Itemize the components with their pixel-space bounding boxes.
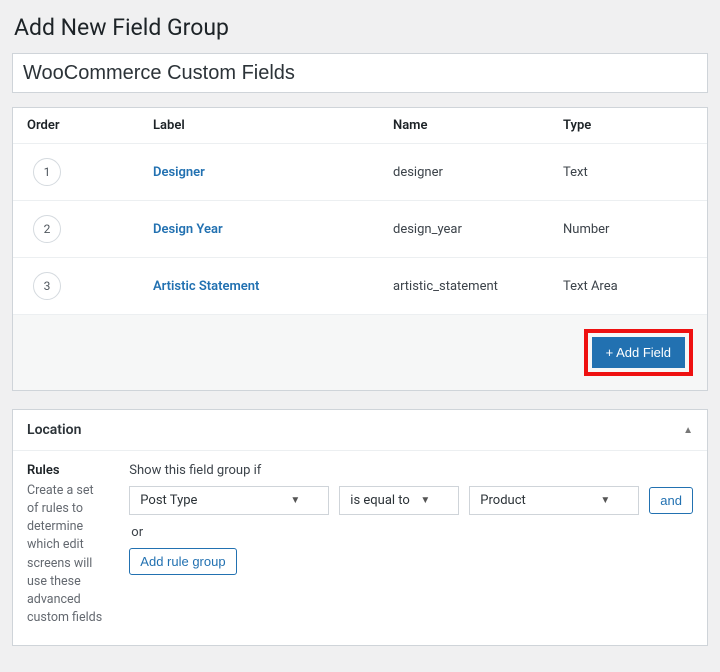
location-body: Rules Create a set of rules to determine… <box>13 451 707 645</box>
rules-title: Rules <box>27 463 105 478</box>
field-label-link[interactable]: Artistic Statement <box>153 279 259 294</box>
chevron-down-icon: ▼ <box>420 495 430 506</box>
field-type: Number <box>563 222 707 237</box>
rule-param-value: Post Type <box>140 493 197 508</box>
field-type: Text Area <box>563 279 707 294</box>
rule-value-select[interactable]: Product ▼ <box>469 486 639 515</box>
field-row[interactable]: 1 Designer designer Text <box>13 144 707 201</box>
field-order[interactable]: 2 <box>13 215 153 243</box>
location-panel-title: Location <box>27 422 81 438</box>
page-title: Add New Field Group <box>14 14 708 41</box>
collapse-icon[interactable]: ▲ <box>683 425 693 436</box>
order-badge: 3 <box>33 272 61 300</box>
add-rule-group-button[interactable]: Add rule group <box>129 548 236 575</box>
col-header-order: Order <box>13 118 153 133</box>
field-row[interactable]: 3 Artistic Statement artistic_statement … <box>13 258 707 315</box>
col-header-label: Label <box>153 118 393 133</box>
and-button[interactable]: and <box>649 487 693 514</box>
field-name: design_year <box>393 222 563 237</box>
rule-operator-select[interactable]: is equal to ▼ <box>339 486 459 515</box>
fields-panel: Order Label Name Type 1 Designer designe… <box>12 107 708 391</box>
rule-param-select[interactable]: Post Type ▼ <box>129 486 329 515</box>
field-name: artistic_statement <box>393 279 563 294</box>
field-order[interactable]: 1 <box>13 158 153 186</box>
field-label-link[interactable]: Design Year <box>153 222 223 237</box>
rule-value-value: Product <box>480 493 525 508</box>
group-title-input[interactable] <box>12 53 708 93</box>
field-order[interactable]: 3 <box>13 272 153 300</box>
rules-description: Create a set of rules to determine which… <box>27 482 105 627</box>
fields-table-header: Order Label Name Type <box>13 108 707 144</box>
field-type: Text <box>563 165 707 180</box>
chevron-down-icon: ▼ <box>290 495 300 506</box>
location-panel: Location ▲ Rules Create a set of rules t… <box>12 409 708 646</box>
field-label-link[interactable]: Designer <box>153 165 205 180</box>
highlight-box: + Add Field <box>584 329 693 376</box>
order-badge: 2 <box>33 215 61 243</box>
group-title-wrap <box>12 53 708 93</box>
rules-builder: Show this field group if Post Type ▼ is … <box>129 463 693 627</box>
show-if-label: Show this field group if <box>129 463 693 478</box>
add-field-bar: + Add Field <box>13 315 707 390</box>
rule-operator-value: is equal to <box>350 493 410 508</box>
rule-row: Post Type ▼ is equal to ▼ Product ▼ and <box>129 486 693 515</box>
rules-sidebar: Rules Create a set of rules to determine… <box>27 463 105 627</box>
field-name: designer <box>393 165 563 180</box>
or-label: or <box>131 525 693 540</box>
location-panel-header[interactable]: Location ▲ <box>13 410 707 451</box>
order-badge: 1 <box>33 158 61 186</box>
add-field-button[interactable]: + Add Field <box>592 337 685 368</box>
col-header-name: Name <box>393 118 563 133</box>
chevron-down-icon: ▼ <box>600 495 610 506</box>
field-row[interactable]: 2 Design Year design_year Number <box>13 201 707 258</box>
col-header-type: Type <box>563 118 707 133</box>
